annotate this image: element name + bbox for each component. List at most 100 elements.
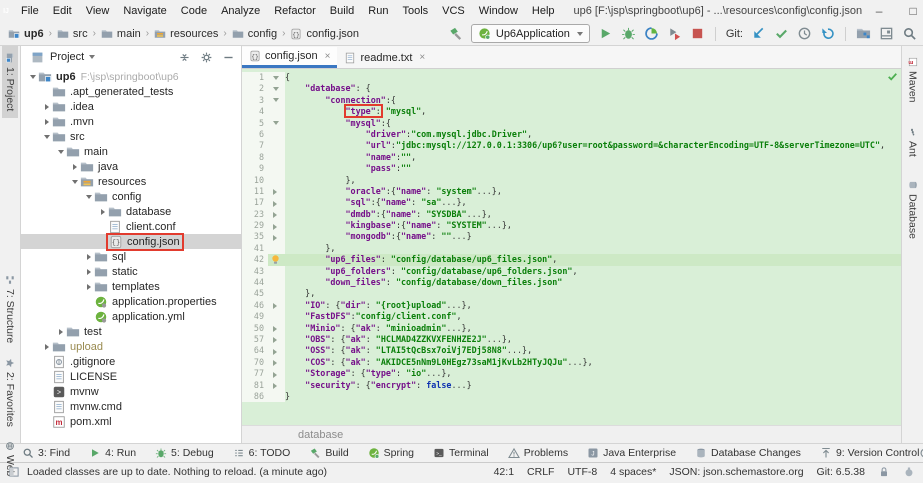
tab-readme-txt[interactable]: readme.txt ×	[337, 47, 432, 68]
stripe-tab-1-project[interactable]: 1: Project	[2, 46, 18, 119]
tree-item-templates[interactable]: templates	[21, 279, 241, 294]
fold-marker-icon[interactable]	[273, 75, 279, 80]
chevron-down-icon[interactable]	[69, 176, 80, 187]
fold-marker-icon[interactable]	[273, 200, 277, 207]
fold-marker-icon[interactable]	[273, 303, 277, 310]
stripe-tab-2-favorites[interactable]: 2: Favorites	[2, 351, 18, 434]
toolwindow-button-9-version-control[interactable]: 9: Version Control	[820, 447, 919, 459]
status-item-git[interactable]: Git: 6.5.38	[817, 466, 865, 478]
project-panel-title[interactable]: Project	[50, 51, 84, 63]
code-line-2[interactable]: 2 "database": {	[242, 83, 901, 95]
tree-item--idea[interactable]: .idea	[21, 99, 241, 114]
fold-gutter[interactable]	[268, 356, 285, 369]
code-line-49[interactable]: 49 "FastDFS":"config/client.conf",	[242, 311, 901, 323]
tree-item-database[interactable]: database	[21, 204, 241, 219]
minimize-icon[interactable]: –	[862, 0, 896, 22]
fold-marker-icon[interactable]	[273, 371, 277, 378]
run-configuration-selector[interactable]: Up6Application	[470, 24, 590, 43]
code-line-41[interactable]: 41 },	[242, 242, 901, 255]
tree-item-config-json[interactable]: {} config.json	[21, 232, 241, 251]
chevron-down-icon[interactable]	[41, 131, 52, 142]
chevron-down-icon[interactable]	[55, 146, 66, 157]
toolwindow-button-4-run[interactable]: 4: Run	[89, 447, 136, 459]
chevron-right-icon[interactable]	[97, 206, 108, 217]
menu-view[interactable]: View	[79, 2, 117, 20]
code-line-50[interactable]: 50 "Minio": {"ak": "minioadmin"...},	[242, 322, 901, 334]
breadcrumb-config[interactable]: config	[232, 28, 277, 40]
chevron-right-icon[interactable]	[41, 341, 52, 352]
chevron-right-icon[interactable]	[41, 101, 52, 112]
toolwindow-button-database-changes[interactable]: Database Changes	[695, 447, 801, 459]
coverage-icon[interactable]	[667, 26, 682, 41]
json-path-breadcrumb[interactable]: database	[298, 429, 343, 441]
menu-refactor[interactable]: Refactor	[267, 2, 323, 20]
code-line-11[interactable]: 11 "oracle":{"name": "system"...},	[242, 185, 901, 198]
tree-item-java[interactable]: java	[21, 159, 241, 174]
status-item-42[interactable]: 42:1	[494, 466, 514, 478]
tree-item--mvn[interactable]: .mvn	[21, 114, 241, 129]
fold-gutter[interactable]	[268, 185, 285, 198]
tree-item-mvnw-cmd[interactable]: mvnw.cmd	[21, 399, 241, 414]
toolwindow-button-6-todo[interactable]: 6: TODO	[233, 447, 290, 459]
code-line-29[interactable]: 29 "kingbase":{"name": "SYSTEM"...},	[242, 220, 901, 232]
menu-analyze[interactable]: Analyze	[214, 2, 267, 20]
toolwindow-button-event-log[interactable]: Event Log	[919, 447, 923, 459]
menu-window[interactable]: Window	[472, 2, 525, 20]
fold-marker-icon[interactable]	[273, 98, 279, 103]
menu-navigate[interactable]: Navigate	[116, 2, 173, 20]
code-line-81[interactable]: 81 "security": {"encrypt": false...}	[242, 379, 901, 391]
code-line-43[interactable]: 43 "up6_folders": "config/database/up6_f…	[242, 265, 901, 278]
code-line-10[interactable]: 10 },	[242, 174, 901, 186]
bulb-icon[interactable]	[270, 254, 281, 265]
fold-gutter[interactable]	[268, 117, 285, 129]
tree-item-pom-xml[interactable]: m pom.xml	[21, 414, 241, 429]
fold-gutter[interactable]	[268, 197, 285, 209]
tree-item-sql[interactable]: sql	[21, 249, 241, 264]
toolwindow-button-5-debug[interactable]: 5: Debug	[155, 447, 214, 459]
stripe-tab-database[interactable]: Database	[905, 173, 921, 246]
settings-icon[interactable]	[200, 51, 213, 64]
commit-icon[interactable]	[774, 26, 789, 41]
menu-edit[interactable]: Edit	[46, 2, 79, 20]
fold-gutter[interactable]	[268, 333, 285, 346]
menu-tools[interactable]: Tools	[395, 2, 435, 20]
code-line-77[interactable]: 77 "Storage": {"type": "io"...},	[242, 368, 901, 380]
chevron-down-icon[interactable]	[83, 191, 94, 202]
chevron-right-icon[interactable]	[83, 266, 94, 277]
intention-bulb-slot[interactable]	[268, 254, 285, 266]
code-line-8[interactable]: 8 "name":"",	[242, 151, 901, 164]
fold-gutter[interactable]	[268, 83, 285, 95]
restore-window-icon[interactable]	[879, 26, 894, 41]
status-item-utf-8[interactable]: UTF-8	[567, 466, 597, 478]
fold-gutter[interactable]	[268, 299, 285, 312]
fold-gutter[interactable]	[268, 94, 285, 107]
rollback-icon[interactable]	[820, 26, 835, 41]
status-item-crlf[interactable]: CRLF	[527, 466, 554, 478]
tree-item-license[interactable]: LICENSE	[21, 369, 241, 384]
tree-item-src[interactable]: src	[21, 129, 241, 144]
fold-gutter[interactable]	[268, 345, 285, 357]
tree-item-mvnw[interactable]: > mvnw	[21, 384, 241, 399]
tree-item--gitignore[interactable]: .gitignore	[21, 354, 241, 369]
breadcrumb-resources[interactable]: resources	[154, 28, 218, 40]
fold-marker-icon[interactable]	[273, 121, 279, 126]
breadcrumb-main[interactable]: main	[101, 28, 141, 40]
stop-icon[interactable]	[690, 26, 705, 41]
fold-gutter[interactable]	[268, 220, 285, 232]
close-icon[interactable]: ×	[419, 52, 425, 63]
bug-icon[interactable]	[621, 26, 636, 41]
tree-item-up6[interactable]: up6 F:\jsp\springboot\up6	[21, 69, 241, 84]
toolwindow-button-3-find[interactable]: 3: Find	[22, 447, 70, 459]
breadcrumb-src[interactable]: src	[57, 28, 88, 40]
chevron-right-icon[interactable]	[41, 116, 52, 127]
hammer-icon[interactable]	[448, 26, 463, 41]
code-line-45[interactable]: 45 },	[242, 288, 901, 300]
tree-item-upload[interactable]: upload	[21, 339, 241, 354]
code-line-46[interactable]: 46 "IO": {"dir": "{root}upload"...},	[242, 299, 901, 312]
fold-gutter[interactable]	[268, 322, 285, 334]
tree-item-application-properties[interactable]: application.properties	[21, 294, 241, 309]
menu-build[interactable]: Build	[323, 2, 361, 20]
code-line-42[interactable]: 42 "up6_files": "config/database/up6_fil…	[242, 254, 901, 266]
status-item-4-spaces-[interactable]: 4 spaces*	[610, 466, 656, 478]
chevron-right-icon[interactable]	[69, 161, 80, 172]
